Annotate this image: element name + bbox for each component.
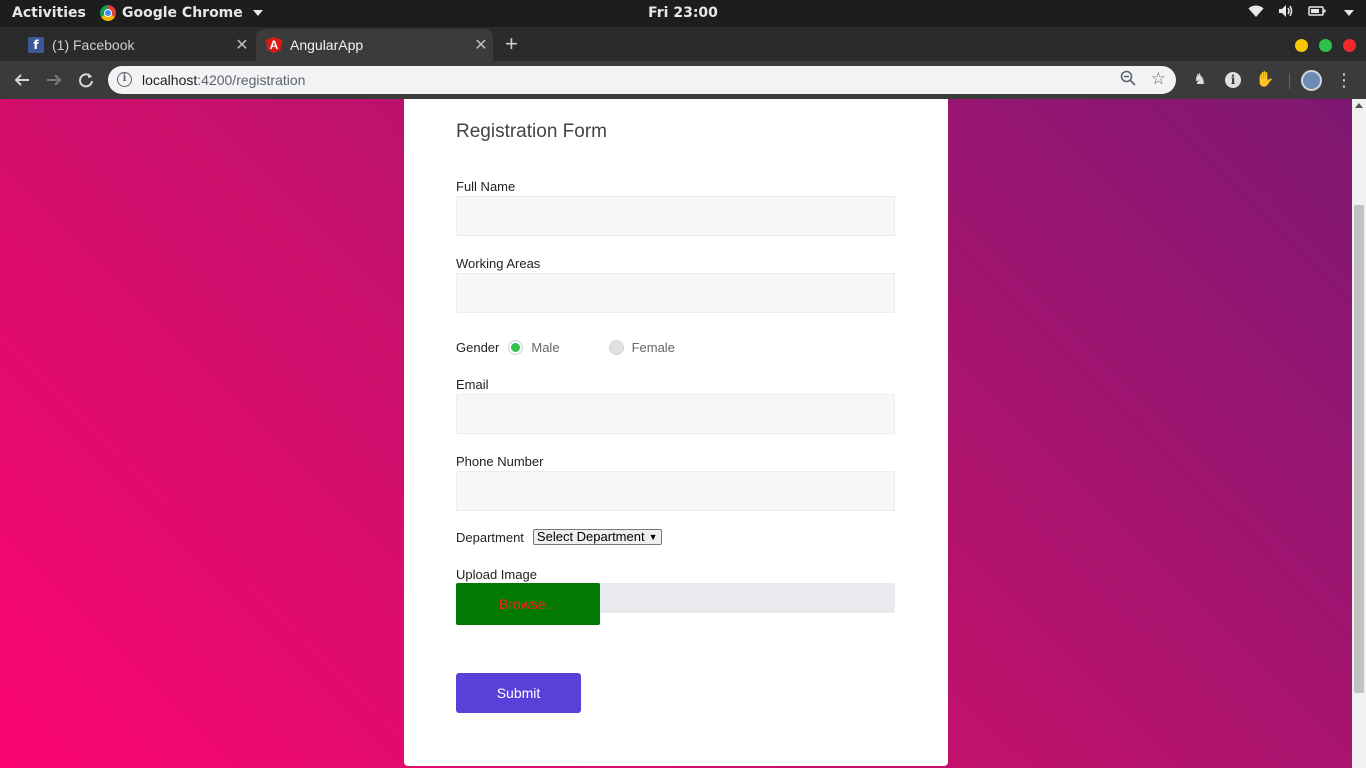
- tab-angularapp[interactable]: A AngularApp ✕: [256, 29, 493, 61]
- volume-icon[interactable]: [1278, 4, 1294, 22]
- chrome-menu-icon[interactable]: ⋮: [1332, 68, 1356, 92]
- extension-gnome-icon[interactable]: ✋: [1255, 70, 1275, 90]
- form-title: Registration Form: [456, 121, 607, 142]
- browser-toolbar: i localhost:4200/registration ☆ ♞ i ✋ ⋮: [0, 61, 1366, 99]
- gender-male-radio[interactable]: [508, 339, 524, 355]
- system-tray[interactable]: [1248, 4, 1354, 22]
- facebook-icon: f: [28, 37, 44, 53]
- department-group: Department Select Department ▼: [456, 529, 662, 545]
- page-viewport: Registration Form Full Name Working Area…: [0, 99, 1366, 768]
- registration-card: Registration Form Full Name Working Area…: [404, 99, 948, 766]
- tab-title: (1) Facebook: [52, 37, 135, 53]
- angular-icon: A: [266, 37, 282, 53]
- activities-button[interactable]: Activities: [12, 5, 86, 21]
- working-areas-label: Working Areas: [456, 256, 541, 271]
- bookmark-star-icon[interactable]: ☆: [1151, 69, 1166, 89]
- working-areas-input[interactable]: [456, 273, 895, 313]
- profile-avatar[interactable]: [1301, 70, 1322, 91]
- site-info-icon[interactable]: i: [117, 72, 132, 87]
- reload-button[interactable]: [74, 68, 98, 92]
- department-label: Department: [456, 529, 524, 545]
- extension-spy-icon[interactable]: ♞: [1190, 70, 1210, 90]
- email-input[interactable]: [456, 394, 895, 434]
- gender-female-label[interactable]: Female: [632, 340, 675, 355]
- department-selected-value: Select Department: [536, 529, 645, 544]
- gender-female-radio[interactable]: [608, 339, 624, 355]
- full-name-input[interactable]: [456, 196, 895, 236]
- chrome-icon: [100, 5, 116, 21]
- app-menu-label: Google Chrome: [122, 5, 243, 21]
- upload-image-label: Upload Image: [456, 567, 537, 582]
- system-menu-chevron-icon[interactable]: [1344, 10, 1354, 16]
- gender-group: Gender Male Female: [456, 337, 675, 357]
- gender-male-label[interactable]: Male: [531, 340, 559, 355]
- chevron-down-icon: [252, 10, 263, 16]
- gender-label: Gender: [456, 339, 500, 355]
- dropdown-arrow-icon: ▼: [648, 532, 658, 542]
- close-tab-icon[interactable]: ✕: [469, 35, 493, 55]
- scroll-up-arrow-icon[interactable]: [1355, 103, 1363, 108]
- email-label: Email: [456, 377, 489, 392]
- toolbar-divider: [1289, 73, 1290, 89]
- new-tab-button[interactable]: +: [505, 31, 518, 57]
- phone-number-label: Phone Number: [456, 454, 544, 469]
- phone-number-input[interactable]: [456, 471, 895, 511]
- app-menu[interactable]: Google Chrome: [100, 5, 263, 21]
- system-top-bar: Activities Google Chrome Fri 23:00: [0, 0, 1366, 27]
- wifi-icon[interactable]: [1248, 4, 1264, 22]
- tab-strip: f (1) Facebook ✕ A AngularApp ✕ +: [0, 27, 1366, 61]
- extension-info-icon[interactable]: i: [1225, 72, 1241, 88]
- scrollbar-thumb[interactable]: [1354, 205, 1364, 693]
- zoom-icon[interactable]: [1120, 70, 1136, 91]
- full-name-label: Full Name: [456, 179, 516, 194]
- tab-title: AngularApp: [290, 37, 364, 53]
- back-button[interactable]: [10, 68, 34, 92]
- page-scrollbar[interactable]: [1352, 99, 1366, 768]
- close-window-button[interactable]: [1343, 39, 1356, 52]
- department-select[interactable]: Select Department ▼: [532, 529, 662, 545]
- submit-button[interactable]: Submit: [456, 673, 581, 713]
- forward-button[interactable]: [42, 68, 66, 92]
- address-bar[interactable]: i localhost:4200/registration ☆: [108, 66, 1176, 94]
- tab-facebook[interactable]: f (1) Facebook ✕: [18, 29, 254, 61]
- url-text[interactable]: localhost:4200/registration: [142, 72, 305, 88]
- maximize-button[interactable]: [1319, 39, 1332, 52]
- browse-button[interactable]: Browse...: [456, 583, 600, 625]
- minimize-button[interactable]: [1295, 39, 1308, 52]
- battery-icon[interactable]: [1308, 5, 1326, 21]
- close-tab-icon[interactable]: ✕: [230, 35, 254, 55]
